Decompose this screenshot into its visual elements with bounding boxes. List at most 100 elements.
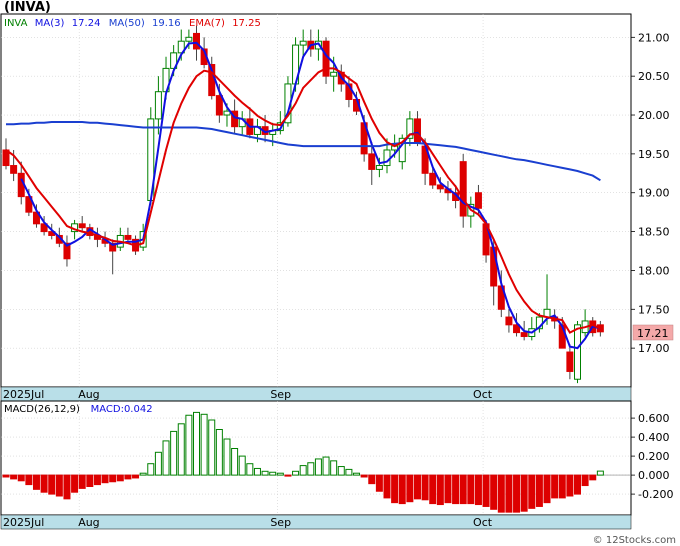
macd-bar — [337, 466, 345, 476]
stock-chart: 21.00 20.50 20.00 19.50 19.00 18.50 18.00 17.50… — [0, 13, 676, 546]
macd-bar — [444, 474, 452, 504]
macd-bar — [71, 474, 79, 493]
price-tick-label: 18.50 — [638, 226, 670, 239]
price-tick-label: 19.00 — [638, 187, 670, 200]
x-tick-label: Oct — [473, 516, 493, 529]
candle-body — [368, 153, 376, 170]
macd-bar — [147, 463, 155, 476]
macd-bar — [109, 474, 117, 483]
legend-item: 19.16 — [152, 18, 181, 29]
candle-body — [429, 172, 437, 186]
macd-bar — [375, 474, 383, 492]
x-tick-label: 2025Jul — [3, 516, 44, 529]
macd-bar — [581, 474, 589, 487]
candle-body — [459, 161, 467, 217]
price-tick-label: 17.50 — [638, 303, 670, 316]
candle-body — [10, 165, 18, 174]
macd-bar — [566, 474, 574, 497]
candle-body — [154, 91, 162, 120]
price-tick-label: 19.50 — [638, 148, 670, 161]
macd-bar — [299, 465, 307, 476]
x-tick-label: Sep — [270, 388, 291, 401]
legend-item: 17.24 — [72, 18, 101, 29]
macd-bar — [86, 474, 94, 488]
macd-bar — [459, 474, 467, 505]
macd-bar — [154, 451, 162, 476]
macd-bar — [93, 474, 101, 486]
macd-bar — [314, 458, 322, 476]
macd-bar — [292, 470, 300, 476]
candle-body — [78, 223, 86, 229]
macd-legend-item: MACD(26,12,9) — [4, 404, 80, 415]
watermark: © 12Stocks.com — [593, 535, 676, 546]
macd-bar — [48, 474, 56, 495]
x-tick-label: Sep — [270, 516, 291, 529]
macd-bar — [421, 474, 429, 501]
macd-bar — [497, 474, 505, 513]
macd-bar — [490, 474, 498, 510]
candle-body — [124, 234, 132, 240]
macd-bar — [383, 474, 391, 499]
legend-item: EMA(7) — [189, 18, 225, 29]
x-tick-label: 2025Jul — [3, 388, 44, 401]
macd-bar — [429, 474, 437, 505]
macd-bar — [63, 474, 71, 500]
macd-bar — [193, 411, 200, 476]
macd-bar — [246, 463, 254, 476]
candle-body — [375, 165, 383, 170]
macd-bar — [17, 474, 25, 482]
macd-bar — [223, 438, 231, 476]
macd-bar — [398, 474, 406, 505]
macd-bar — [551, 474, 559, 499]
macd-tick-label: 0.200 — [638, 450, 670, 463]
macd-bar — [307, 462, 315, 476]
macd-bar — [558, 474, 566, 499]
macd-bar — [284, 474, 292, 477]
price-plot-area — [0, 13, 632, 388]
macd-bar — [78, 474, 86, 489]
candle-body — [215, 95, 223, 116]
macd-panel: 0.600 0.400 0.200 0.000 -0.200 MACD(26,12,9)… — [0, 400, 673, 516]
macd-bar — [589, 474, 597, 481]
macd-bar — [238, 455, 246, 476]
price-tick-label: 21.00 — [638, 31, 670, 44]
macd-bar — [276, 472, 284, 476]
macd-bar — [596, 470, 604, 476]
macd-bar — [132, 474, 140, 479]
candle-body — [299, 40, 307, 46]
macd-bar — [574, 474, 581, 495]
macd-bar — [535, 474, 543, 507]
macd-bar — [322, 456, 330, 476]
legend-item: INVA — [4, 18, 28, 29]
macd-bar — [474, 474, 482, 506]
macd-bar — [231, 448, 239, 476]
price-legend: INVA MA(3) 17.24 MA(50) 19.16 EMA(7) 17.25 — [4, 18, 261, 29]
macd-bar — [513, 474, 521, 513]
macd-bar — [25, 474, 33, 486]
x-tick-label: Oct — [473, 388, 493, 401]
macd-bar — [200, 413, 208, 476]
price-panel: 21.00 20.50 20.00 19.50 19.00 18.50 18.00 17.50… — [0, 13, 674, 388]
macd-tick-label: 0.400 — [638, 431, 670, 444]
candle-body — [505, 316, 513, 326]
last-price-box: 17.21 — [632, 324, 674, 341]
macd-bar — [452, 474, 460, 505]
macd-tick-label: 0.000 — [638, 469, 670, 482]
candle-body — [185, 36, 193, 42]
macd-bar — [10, 474, 18, 480]
macd-bar — [32, 474, 40, 490]
macd-bar — [177, 423, 185, 476]
macd-bar — [528, 474, 536, 509]
macd-bar — [170, 430, 178, 476]
macd-bar — [40, 474, 48, 493]
date-axis-top: 2025Jul Aug Sep Oct — [0, 386, 632, 402]
candle-body — [566, 351, 574, 372]
macd-bar — [124, 474, 132, 480]
candle-body — [330, 71, 338, 77]
macd-bar — [345, 468, 353, 476]
macd-bar — [162, 440, 170, 476]
macd-bar — [505, 474, 513, 513]
macd-bar — [391, 474, 399, 504]
legend-item: 17.25 — [232, 18, 261, 29]
candle-body — [413, 118, 421, 143]
